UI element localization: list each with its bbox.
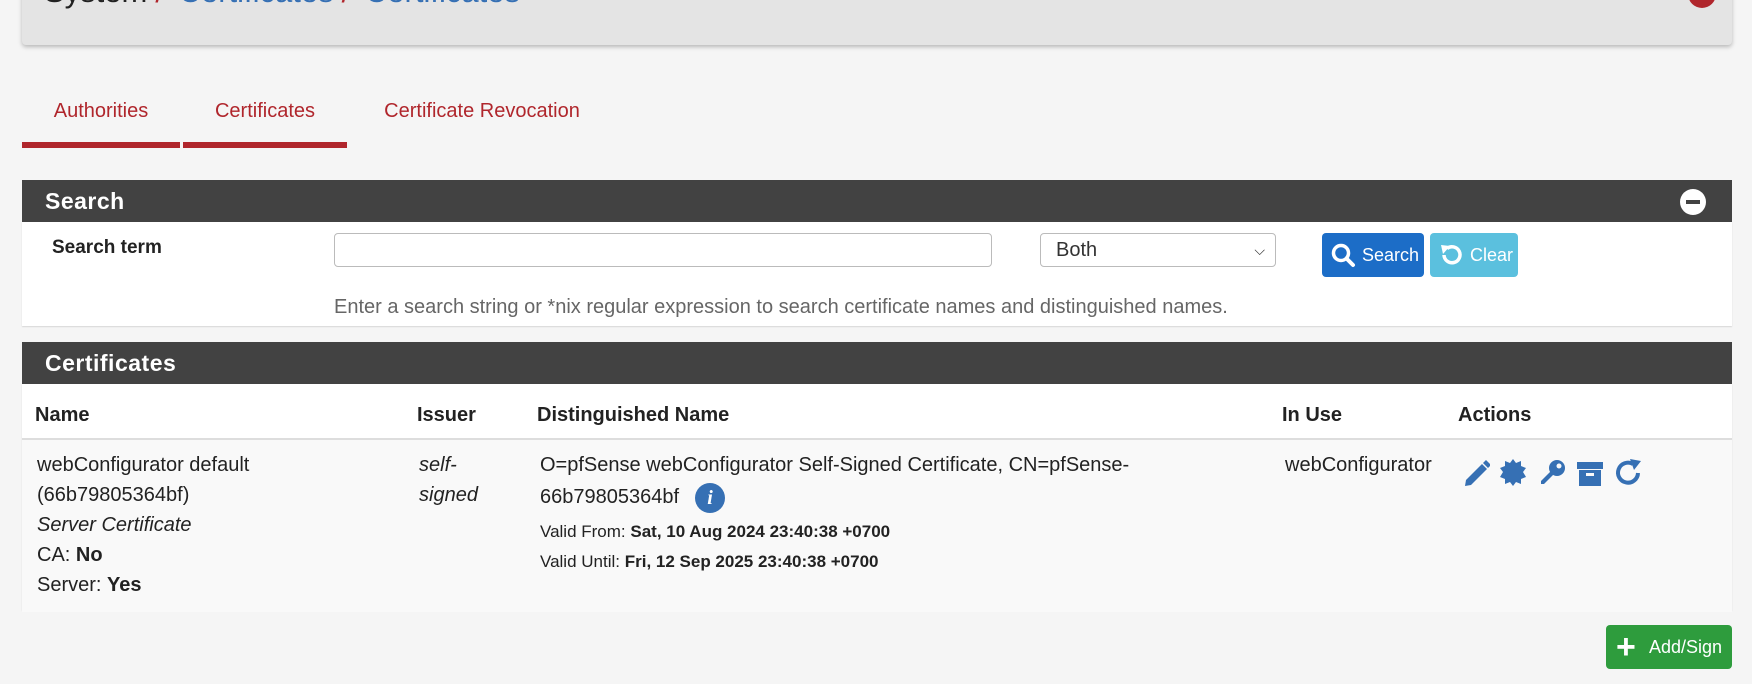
cert-issuer-cell: self- signed bbox=[419, 454, 478, 506]
clear-button-label: Clear bbox=[1470, 245, 1514, 265]
tab-authorities[interactable]: Authorities bbox=[22, 92, 180, 148]
info-icon[interactable]: i bbox=[695, 482, 726, 513]
column-header-actions: Actions bbox=[1458, 404, 1532, 426]
refresh-icon[interactable] bbox=[1614, 458, 1644, 488]
search-scope-value: Both bbox=[1056, 239, 1098, 261]
help-icon[interactable]: ? bbox=[1688, 0, 1716, 8]
cert-dn-line2-wrap: 66b79805364bf i bbox=[540, 482, 1129, 513]
plus-icon: + bbox=[1616, 628, 1636, 666]
archive-icon[interactable] bbox=[1575, 458, 1605, 488]
search-button-label: Search bbox=[1362, 245, 1420, 265]
clear-button[interactable]: Clear bbox=[1430, 233, 1518, 277]
key-icon[interactable] bbox=[1537, 458, 1567, 488]
search-panel-body: Search term Both ⌵ Search Clear Enter a … bbox=[22, 222, 1732, 326]
cert-name: webConfigurator default bbox=[37, 454, 250, 476]
cert-dn-cell: O=pfSense webConfigurator Self-Signed Ce… bbox=[540, 450, 1129, 577]
search-button[interactable]: Search bbox=[1322, 233, 1424, 277]
breadcrumb-system: System bbox=[44, 0, 147, 9]
breadcrumb-certificates-current[interactable]: Certificates bbox=[365, 0, 520, 9]
cert-valid-from: Valid From: Sat, 10 Aug 2024 23:40:38 +0… bbox=[540, 521, 891, 541]
certificates-panel-heading: Certificates bbox=[22, 342, 1732, 384]
breadcrumb-certificates-link[interactable]: Certificates bbox=[179, 0, 334, 9]
search-help-text: Enter a search string or *nix regular ex… bbox=[334, 296, 1228, 318]
certificates-panel-body: Name Issuer Distinguished Name In Use Ac… bbox=[22, 384, 1732, 612]
search-panel-title: Search bbox=[45, 188, 125, 214]
search-icon bbox=[1331, 243, 1355, 267]
certificates-panel-title: Certificates bbox=[45, 350, 177, 376]
column-header-distinguished-name[interactable]: Distinguished Name bbox=[537, 404, 729, 427]
breadcrumb-separator: / bbox=[155, 0, 164, 9]
add-sign-button[interactable]: + Add/Sign bbox=[1606, 625, 1732, 669]
cert-name-cell: webConfigurator default (66b79805364bf) … bbox=[37, 450, 249, 600]
add-sign-label: Add/Sign bbox=[1649, 637, 1723, 657]
chevron-down-icon: ⌵ bbox=[1254, 242, 1265, 258]
column-header-issuer[interactable]: Issuer bbox=[417, 404, 476, 427]
table-row: webConfigurator default (66b79805364bf) … bbox=[22, 438, 1732, 612]
header-bar: System / Certificates / Certificates ? bbox=[22, 0, 1732, 45]
breadcrumb: System / Certificates / Certificates bbox=[44, 0, 520, 10]
cert-dn-line1: O=pfSense webConfigurator Self-Signed Ce… bbox=[540, 454, 1130, 476]
cert-ca-line: CA: No bbox=[37, 544, 103, 566]
tab-certificates[interactable]: Certificates bbox=[183, 92, 347, 148]
undo-icon bbox=[1441, 245, 1462, 265]
cert-dn-line2: 66b79805364bf bbox=[540, 486, 680, 508]
cert-server-line: Server: Yes bbox=[37, 574, 142, 596]
column-header-in-use[interactable]: In Use bbox=[1282, 404, 1342, 427]
cert-type: Server Certificate bbox=[37, 514, 192, 536]
cert-in-use: webConfigurator bbox=[1285, 454, 1432, 476]
search-panel-heading: Search bbox=[22, 180, 1732, 222]
search-input[interactable] bbox=[334, 233, 992, 267]
cert-valid-until: Valid Until: Fri, 12 Sep 2025 23:40:38 +… bbox=[540, 551, 879, 571]
breadcrumb-separator: / bbox=[342, 0, 351, 9]
search-term-label: Search term bbox=[52, 237, 162, 258]
column-header-name[interactable]: Name bbox=[35, 404, 89, 427]
cert-refid: (66b79805364bf) bbox=[37, 484, 190, 506]
search-scope-select[interactable]: Both ⌵ bbox=[1040, 233, 1276, 267]
pencil-icon[interactable] bbox=[1462, 458, 1491, 488]
tab-certificate-revocation[interactable]: Certificate Revocation bbox=[374, 92, 590, 148]
collapse-icon[interactable] bbox=[1680, 189, 1706, 215]
cert-actions bbox=[1462, 458, 1648, 488]
certificate-icon[interactable] bbox=[1498, 458, 1528, 488]
